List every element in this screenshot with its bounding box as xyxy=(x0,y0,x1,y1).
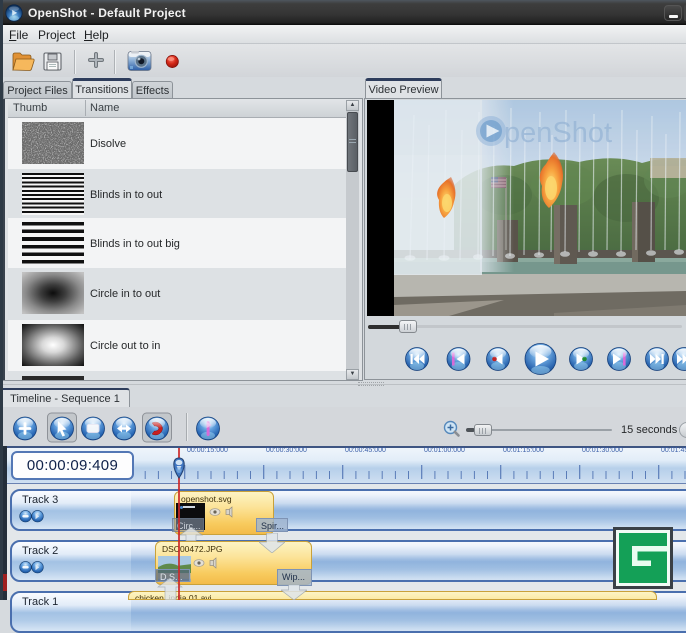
svg-text:penShot: penShot xyxy=(504,117,612,149)
